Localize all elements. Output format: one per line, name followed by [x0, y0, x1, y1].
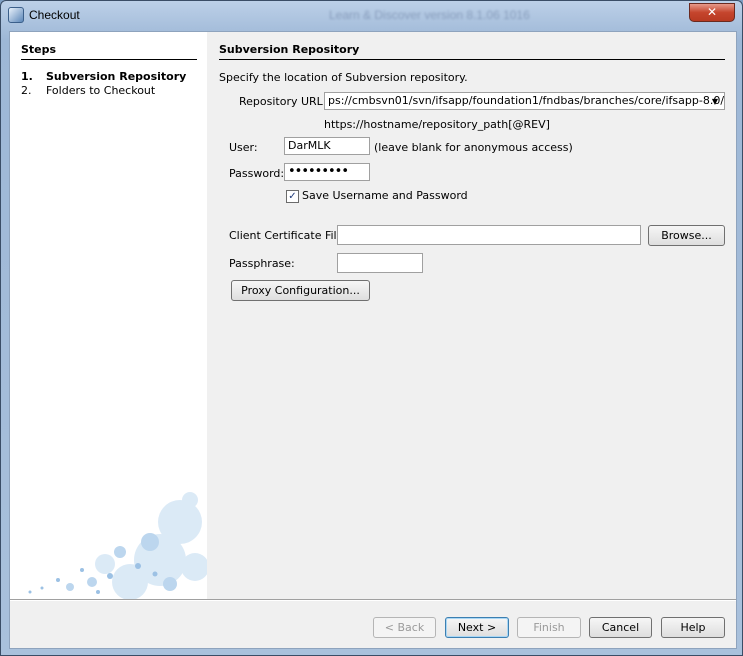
checkout-dialog: Checkout Learn & Discover version 8.1.06…	[0, 0, 743, 656]
passphrase-field[interactable]	[337, 253, 423, 273]
repository-url-value: ps://cmbsvn01/svn/ifsapp/foundation1/fnd…	[328, 94, 725, 107]
repository-url-hint: https://hostname/repository_path[@REV]	[324, 118, 550, 131]
finish-button[interactable]: Finish	[517, 617, 581, 638]
step-number: 1.	[21, 70, 33, 83]
client-certificate-label: Client Certificate File:	[229, 229, 348, 242]
steps-panel: Steps 1. Subversion Repository 2. Folders …	[10, 32, 207, 599]
user-value: DarMLK	[288, 139, 331, 152]
user-field[interactable]: DarMLK	[284, 137, 370, 155]
footer-separator-highlight	[10, 600, 736, 601]
next-button[interactable]: Next >	[445, 617, 509, 638]
save-credentials-label[interactable]: Save Username and Password	[302, 189, 468, 202]
passphrase-label: Passphrase:	[229, 257, 295, 270]
repository-url-combobox[interactable]: ps://cmbsvn01/svn/ifsapp/foundation1/fnd…	[324, 92, 725, 110]
steps-heading: Steps	[21, 43, 197, 60]
password-value: •••••••••	[288, 164, 349, 179]
back-button[interactable]: < Back	[373, 617, 436, 638]
step-label: Subversion Repository	[46, 70, 187, 83]
user-hint: (leave blank for anonymous access)	[374, 141, 573, 154]
password-label: Password:	[229, 167, 285, 180]
panel-heading: Subversion Repository	[219, 43, 725, 60]
dialog-client-area: Steps 1. Subversion Repository 2. Folders …	[9, 31, 737, 649]
app-cube-icon	[8, 7, 24, 23]
panel-description: Specify the location of Subversion repos…	[219, 71, 468, 84]
chevron-down-icon[interactable]: ▼	[708, 93, 722, 109]
background-window-title: Learn & Discover version 8.1.06 1016	[329, 8, 530, 22]
step-item-folders-to-checkout: 2. Folders to Checkout	[21, 84, 155, 97]
window-title: Checkout	[29, 8, 80, 22]
browse-button[interactable]: Browse...	[648, 225, 725, 246]
step-label: Folders to Checkout	[46, 84, 156, 97]
step-item-subversion-repository: 1. Subversion Repository	[21, 70, 186, 83]
repository-panel: Subversion Repository Specify the locati…	[207, 32, 736, 599]
password-field[interactable]: •••••••••	[284, 163, 370, 181]
step-number: 2.	[21, 84, 32, 97]
cancel-button[interactable]: Cancel	[589, 617, 652, 638]
repository-url-label: Repository URL:	[239, 95, 327, 108]
close-button[interactable]: ✕	[689, 3, 735, 22]
help-button[interactable]: Help	[661, 617, 725, 638]
decorative-bubbles	[28, 492, 207, 599]
user-label: User:	[229, 141, 258, 154]
save-credentials-checkbox[interactable]: ✓	[286, 190, 299, 203]
proxy-configuration-button[interactable]: Proxy Configuration...	[231, 280, 370, 301]
title-bar[interactable]: Checkout Learn & Discover version 8.1.06…	[1, 1, 742, 29]
client-certificate-field[interactable]	[337, 225, 641, 245]
